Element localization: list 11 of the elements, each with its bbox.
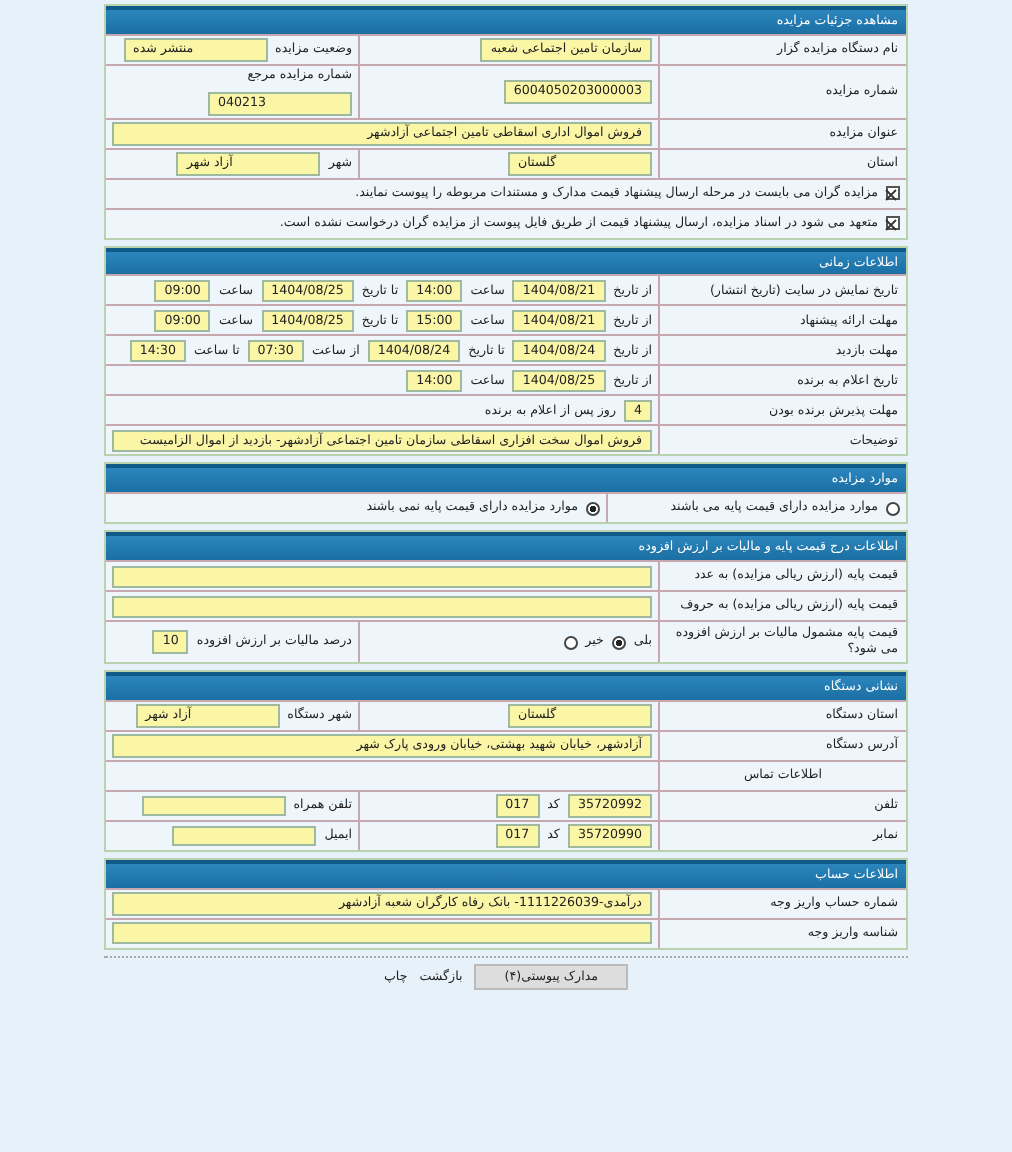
- input-field[interactable]: [172, 825, 317, 846]
- checkbox[interactable]: [886, 216, 900, 231]
- input-field[interactable]: [112, 922, 652, 945]
- checkbox[interactable]: [886, 186, 900, 201]
- input-field[interactable]: [112, 595, 652, 618]
- radio-button[interactable]: [611, 635, 626, 650]
- radio-button[interactable]: [586, 501, 600, 516]
- input-field[interactable]: [112, 565, 652, 588]
- input-field[interactable]: [141, 795, 286, 816]
- radio-button[interactable]: [886, 501, 900, 516]
- radio-button[interactable]: [563, 635, 578, 650]
